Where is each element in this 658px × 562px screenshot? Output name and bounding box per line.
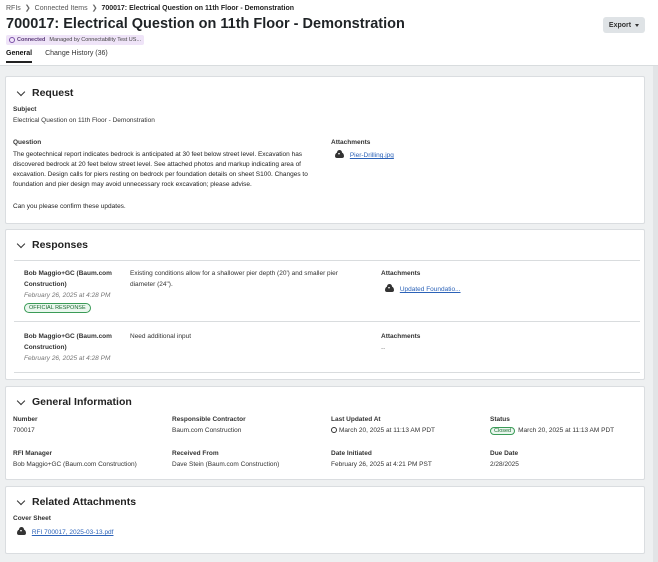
response-author: Construction): [24, 344, 67, 351]
breadcrumb-connected-items[interactable]: Connected Items: [35, 5, 88, 12]
export-button[interactable]: Export: [603, 17, 645, 33]
chevron-down-icon: [16, 396, 26, 405]
status-badge: Closed: [490, 427, 516, 435]
question-followup: Can you please confirm these updates.: [13, 203, 126, 210]
response-author: Bob Maggio+GC (Baum.com: [24, 333, 112, 340]
response-text: Need additional input: [130, 333, 192, 340]
connection-badge: Connected Managed by Connectability Test…: [6, 35, 145, 45]
caret-down-icon: [635, 23, 640, 27]
pier-drilling-link[interactable]: Pier-Drilling.jpg: [350, 152, 394, 159]
responses-header[interactable]: Responses: [16, 239, 89, 251]
request-attachment: Pier-Drilling.jpg: [335, 150, 394, 159]
received-from-label: Received From: [172, 450, 219, 457]
responses-card: Responses Bob Maggio+GC (Baum.com Constr…: [5, 229, 645, 380]
divider: [14, 321, 640, 322]
tab-bar: General Change History (36): [6, 50, 108, 63]
connected-label: Connected: [17, 37, 46, 43]
request-card: Request Subject Electrical Question on 1…: [5, 76, 645, 224]
question-line: discovered bedrock at 20 feet below stre…: [13, 161, 301, 168]
response-attachment: Updated Foundatio...: [385, 284, 461, 293]
rfi-manager-label: RFI Manager: [13, 450, 53, 457]
response-text: diameter (24").: [130, 281, 173, 288]
responses-title: Responses: [32, 239, 89, 251]
tab-change-history[interactable]: Change History (36): [45, 50, 108, 63]
number-value: 700017: [13, 427, 35, 434]
cloud-download-icon: [335, 150, 344, 159]
date-initiated-value: February 26, 2025 at 4:21 PM PST: [331, 461, 432, 468]
related-attachments-header[interactable]: Related Attachments: [16, 496, 137, 508]
question-line: excavation. Design calls for piers resti…: [13, 171, 308, 178]
updated-foundation-link[interactable]: Updated Foundatio...: [400, 286, 461, 293]
response-author: Construction): [24, 281, 67, 288]
rfi-manager-value: Bob Maggio+GC (Baum.com Construction): [13, 461, 137, 468]
response-text: Existing conditions allow for a shallowe…: [130, 270, 338, 277]
response-attachment-empty: --: [381, 345, 386, 352]
request-header[interactable]: Request: [16, 87, 74, 99]
chevron-right-icon: ❯: [24, 5, 31, 12]
chevron-down-icon: [16, 239, 26, 248]
tab-general[interactable]: General: [6, 50, 33, 63]
question-line: foundation and pier design may avoid unn…: [13, 181, 252, 188]
general-information-header[interactable]: General Information: [16, 396, 132, 408]
response-attachments-label: Attachments: [381, 333, 421, 340]
official-response-badge: OFFICIAL RESPONSE: [24, 303, 91, 313]
received-from-value: Dave Stein (Baum.com Construction): [172, 461, 280, 468]
scrollbar[interactable]: [653, 66, 658, 562]
last-updated-label: Last Updated At: [331, 416, 381, 423]
subject-label: Subject: [13, 106, 37, 113]
status-label: Status: [490, 416, 510, 423]
breadcrumb-rfis[interactable]: RFIs: [6, 5, 21, 12]
question-text: The geotechnical report indicates bedroc…: [13, 150, 333, 190]
chevron-right-icon: ❯: [91, 5, 98, 12]
header: RFIs ❯ Connected Items ❯ 700017: Electri…: [0, 0, 658, 66]
breadcrumb-current: 700017: Electrical Question on 11th Floo…: [101, 4, 295, 12]
link-icon: [9, 37, 15, 43]
cover-sheet-attachment: RFI 700017, 2025-03-13.pdf: [17, 527, 114, 536]
question-label: Question: [13, 139, 42, 146]
response-date: February 26, 2025 at 4:28 PM: [24, 292, 111, 299]
due-date-value: 2/28/2025: [490, 461, 519, 468]
response-date: February 26, 2025 at 4:28 PM: [24, 355, 111, 362]
breadcrumb: RFIs ❯ Connected Items ❯ 700017: Electri…: [6, 4, 295, 13]
cover-sheet-label: Cover Sheet: [13, 515, 51, 522]
contractor-value: Baum.com Construction: [172, 427, 242, 434]
export-label: Export: [608, 21, 632, 29]
question-line: The geotechnical report indicates bedroc…: [13, 151, 303, 158]
managed-by-label: Managed by Connectability Test US...: [49, 37, 142, 43]
due-date-label: Due Date: [490, 450, 519, 457]
date-initiated-label: Date Initiated: [331, 450, 372, 457]
chevron-down-icon: [16, 496, 26, 505]
chevron-down-icon: [16, 87, 26, 96]
connected-badge: Connected: [9, 37, 45, 43]
general-information-title: General Information: [32, 396, 132, 408]
request-attachments-label: Attachments: [331, 139, 371, 146]
request-title: Request: [32, 87, 74, 99]
general-information-card: General Information Number 700017 Respon…: [5, 386, 645, 480]
link-icon: [331, 427, 337, 433]
status-date: March 20, 2025 at 11:13 AM PDT: [518, 427, 615, 434]
subject-value: Electrical Question on 11th Floor - Demo…: [13, 117, 155, 124]
contractor-label: Responsible Contractor: [172, 416, 246, 423]
cloud-download-icon: [385, 284, 394, 293]
response-attachments-label: Attachments: [381, 270, 421, 277]
cloud-download-icon: [17, 527, 26, 536]
number-label: Number: [13, 416, 38, 423]
response-author: Bob Maggio+GC (Baum.com: [24, 270, 112, 277]
page-title: 700017: Electrical Question on 11th Floo…: [6, 16, 405, 32]
last-updated-value: March 20, 2025 at 11:13 AM PDT: [331, 427, 435, 434]
divider: [14, 260, 640, 261]
cover-sheet-link[interactable]: RFI 700017, 2025-03-13.pdf: [32, 529, 114, 536]
related-attachments-card: Related Attachments Cover Sheet RFI 7000…: [5, 486, 645, 554]
divider: [14, 372, 640, 373]
related-attachments-title: Related Attachments: [32, 496, 137, 508]
status-value: Closed March 20, 2025 at 11:13 AM PDT: [490, 427, 614, 435]
last-updated-text: March 20, 2025 at 11:13 AM PDT: [339, 427, 435, 434]
